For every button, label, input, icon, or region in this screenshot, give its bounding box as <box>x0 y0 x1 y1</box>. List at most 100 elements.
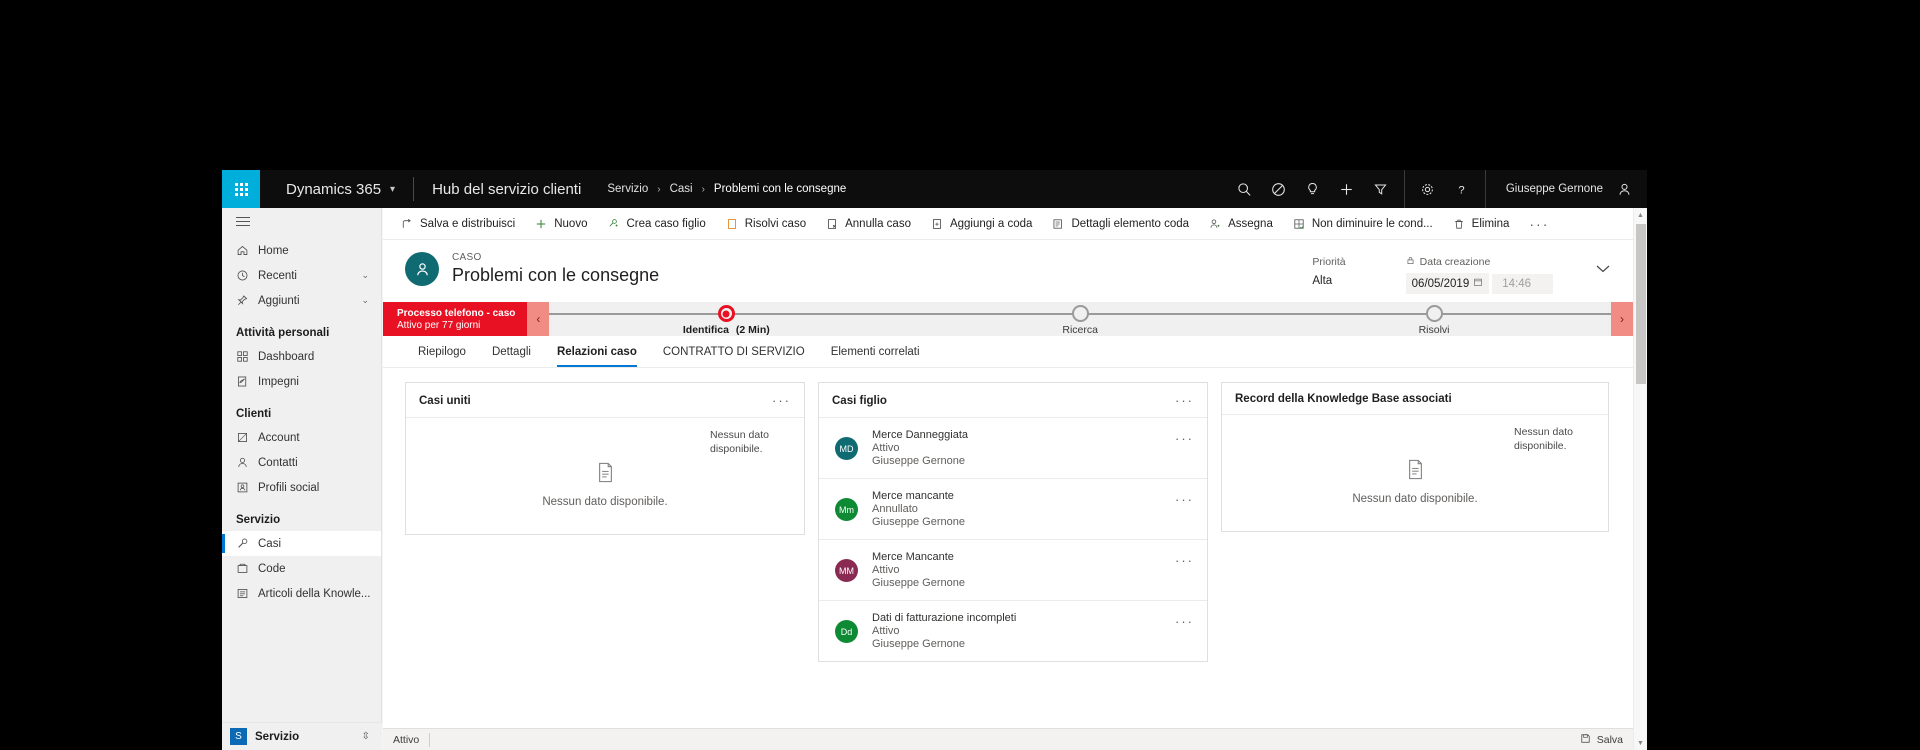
stage-label: Risolvi <box>1418 324 1450 336</box>
search-icon[interactable] <box>1228 170 1262 208</box>
sidebar-item-label: Home <box>258 244 289 257</box>
vertical-scrollbar[interactable]: ▲ ▼ <box>1633 208 1647 750</box>
row-more-button[interactable]: ··· <box>1175 612 1194 629</box>
scrollbar-thumb[interactable] <box>1636 224 1646 384</box>
list-item[interactable]: MD Merce Danneggiata Attivo Giuseppe Ger… <box>819 418 1207 479</box>
row-more-button[interactable]: ··· <box>1175 429 1194 446</box>
filter-icon[interactable] <box>1364 170 1398 208</box>
chevron-down-icon[interactable]: ⌄ <box>361 270 369 281</box>
command-overflow-button[interactable]: ··· <box>1519 208 1559 240</box>
header-expand-button[interactable] <box>1595 252 1611 277</box>
sidebar-item-account[interactable]: Account <box>222 425 381 450</box>
divider <box>1403 170 1405 208</box>
tab-riepilogo[interactable]: Riepilogo <box>405 336 479 367</box>
process-next-button[interactable]: › <box>1611 302 1633 336</box>
save-button[interactable]: Salva <box>1580 733 1623 747</box>
chevron-down-icon: ▾ <box>390 183 396 195</box>
create-child-case-button[interactable]: Crea caso figlio <box>597 208 715 240</box>
sidebar-item-profili-social[interactable]: Profili social <box>222 475 381 500</box>
assign-button[interactable]: Assegna <box>1199 208 1283 240</box>
user-name-label[interactable]: Giuseppe Gernone <box>1492 183 1613 195</box>
sidebar-item-dashboard[interactable]: Dashboard <box>222 344 381 369</box>
time-field[interactable]: 14:46 <box>1492 273 1553 294</box>
breadcrumb-item-servizio[interactable]: Servizio <box>607 183 648 195</box>
do-not-decrement-button[interactable]: Non diminuire le cond... <box>1283 208 1443 240</box>
command-label: Elimina <box>1471 217 1510 230</box>
sidebar-item-home[interactable]: Home <box>222 238 381 263</box>
card-body: Nessun dato disponibile. Nessun dato dis… <box>406 418 804 534</box>
assistant-icon[interactable] <box>1262 170 1296 208</box>
process-step-identifica[interactable]: Identifica (2 Min) <box>549 302 903 336</box>
app-title[interactable]: Hub del servizio clienti <box>432 181 581 198</box>
quick-create-icon[interactable] <box>1330 170 1364 208</box>
list-item[interactable]: Dd Dati di fatturazione incompleti Attiv… <box>819 601 1207 661</box>
insights-icon[interactable] <box>1296 170 1330 208</box>
save-and-route-button[interactable]: Salva e distribuisci <box>391 208 525 240</box>
field-value[interactable]: Alta <box>1312 275 1345 287</box>
sidebar-item-casi[interactable]: Casi <box>222 531 381 556</box>
waffle-icon <box>234 182 248 196</box>
nav-collapse-button[interactable] <box>222 208 381 238</box>
row-more-button[interactable]: ··· <box>1175 490 1194 507</box>
app-area-switcher[interactable]: S Servizio ⇳ <box>222 722 382 750</box>
process-prev-button[interactable]: ‹ <box>527 302 550 336</box>
new-button[interactable]: Nuovo <box>525 208 597 240</box>
breadcrumb-item-casi[interactable]: Casi <box>670 183 693 195</box>
process-step-ricerca[interactable]: Ricerca <box>903 302 1257 336</box>
resolve-case-button[interactable]: Risolvi caso <box>716 208 816 240</box>
card-header: Casi figlio ··· <box>819 383 1207 418</box>
scroll-down-arrow-icon[interactable]: ▼ <box>1634 736 1647 750</box>
tab-relazioni-caso[interactable]: Relazioni caso <box>544 336 650 367</box>
tab-contratto-di-servizio[interactable]: CONTRATTO DI SERVIZIO <box>650 336 818 367</box>
card-more-button[interactable]: ··· <box>1175 393 1194 408</box>
empty-corner-note: Nessun dato disponibile. <box>710 429 769 456</box>
user-avatar-icon[interactable] <box>1613 170 1647 208</box>
owner-name: Giuseppe Gernone <box>872 455 965 467</box>
nav-group-title-servizio: Servizio <box>236 514 281 526</box>
sidebar-item-articoli-knowledge[interactable]: Articoli della Knowle... <box>222 581 381 606</box>
sidebar-item-contatti[interactable]: Contatti <box>222 450 381 475</box>
sidebar-item-recenti[interactable]: Recenti ⌄ <box>222 263 381 288</box>
date-field[interactable]: 06/05/2019 <box>1405 273 1490 294</box>
chevron-down-icon[interactable]: ⌄ <box>361 295 369 306</box>
case-name[interactable]: Merce Mancante <box>872 551 965 563</box>
app-launcher-button[interactable] <box>222 170 260 208</box>
tab-elementi-correlati[interactable]: Elementi correlati <box>818 336 933 367</box>
sidebar-item-label: Dashboard <box>258 350 315 363</box>
queue-item-details-button[interactable]: Dettagli elemento coda <box>1042 208 1199 240</box>
record-title-block: CASO Problemi con le consegne <box>452 252 659 286</box>
tab-dettagli[interactable]: Dettagli <box>479 336 544 367</box>
sidebar-item-aggiunti[interactable]: Aggiunti ⌄ <box>222 288 381 313</box>
scroll-up-arrow-icon[interactable]: ▲ <box>1634 208 1647 222</box>
empty-corner-note: Nessun dato disponibile. <box>1514 426 1573 453</box>
settings-icon[interactable] <box>1411 170 1445 208</box>
process-duration: Attivo per 77 giorni <box>397 319 481 331</box>
list-item[interactable]: Mm Merce mancante Annullato Giuseppe Ger… <box>819 479 1207 540</box>
chevron-updown-icon[interactable]: ⇳ <box>362 731 370 742</box>
cancel-case-button[interactable]: Annulla caso <box>816 208 921 240</box>
header-field-priorita: Priorità Alta <box>1312 256 1345 287</box>
stage-duration-text: (2 Min) <box>735 324 770 336</box>
case-name[interactable]: Dati di fatturazione incompleti <box>872 612 1016 624</box>
delete-button[interactable]: Elimina <box>1443 208 1520 240</box>
sidebar-item-code[interactable]: Code <box>222 556 381 581</box>
card-more-button[interactable]: ··· <box>772 393 791 408</box>
sidebar-item-impegni[interactable]: Impegni <box>222 369 381 394</box>
row-more-button[interactable]: ··· <box>1175 551 1194 568</box>
case-name[interactable]: Merce mancante <box>872 490 965 502</box>
help-icon[interactable]: ? <box>1445 170 1479 208</box>
list-item[interactable]: MM Merce Mancante Attivo Giuseppe Gernon… <box>819 540 1207 601</box>
lock-icon <box>1406 256 1415 268</box>
case-name[interactable]: Merce Danneggiata <box>872 429 968 441</box>
empty-state-text: Nessun dato disponibile. <box>542 496 668 508</box>
process-step-risolvi[interactable]: Risolvi <box>1257 302 1611 336</box>
breadcrumb-item-current[interactable]: Problemi con le consegne <box>714 183 846 195</box>
svg-text:?: ? <box>1459 184 1465 196</box>
stage-label-text: Identifica <box>682 324 729 336</box>
process-stage-indicator[interactable]: Processo telefono - caso Attivo per 77 g… <box>383 302 528 336</box>
brand-menu[interactable]: Dynamics 365 ▾ <box>286 181 395 198</box>
entity-label: CASO <box>452 252 482 263</box>
account-icon <box>236 431 258 444</box>
empty-state-text: Nessun dato disponibile. <box>1352 493 1478 505</box>
add-to-queue-button[interactable]: Aggiungi a coda <box>921 208 1042 240</box>
